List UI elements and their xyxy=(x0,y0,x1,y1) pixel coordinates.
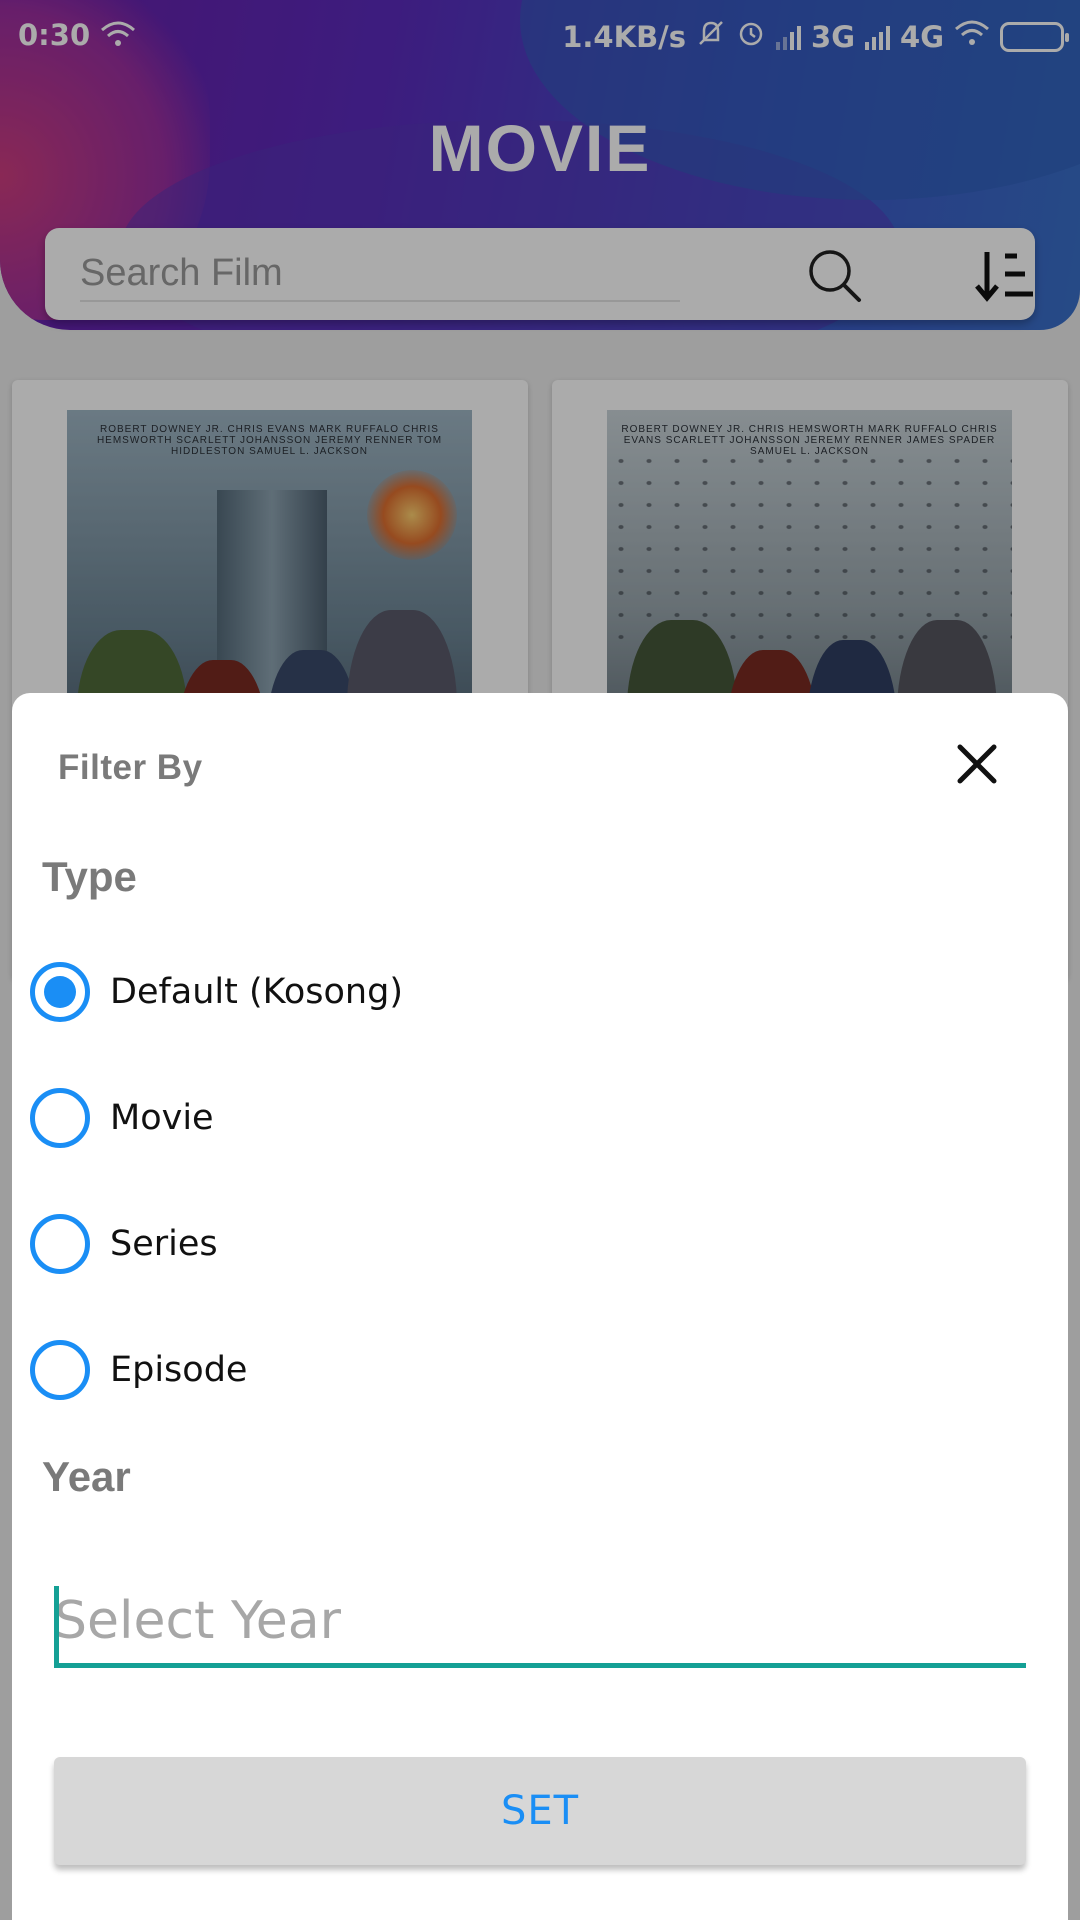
set-button[interactable]: SET xyxy=(54,1757,1026,1865)
sheet-title: Filter By xyxy=(58,748,203,787)
year-field xyxy=(54,1578,1026,1668)
radio-button[interactable] xyxy=(30,1340,90,1400)
year-label: Year xyxy=(42,1453,131,1500)
filter-bottom-sheet: Filter By Type Default (Kosong) Movie Se… xyxy=(12,693,1068,1920)
radio-movie[interactable]: Movie xyxy=(30,1083,214,1153)
year-input[interactable] xyxy=(54,1578,1026,1664)
text-cursor xyxy=(54,1586,59,1666)
close-icon xyxy=(957,744,997,784)
radio-button-checked[interactable] xyxy=(30,962,90,1022)
radio-default[interactable]: Default (Kosong) xyxy=(30,957,403,1027)
close-button[interactable] xyxy=(948,735,1006,793)
radio-episode[interactable]: Episode xyxy=(30,1335,247,1405)
radio-label: Series xyxy=(110,1224,218,1264)
radio-label: Movie xyxy=(110,1098,214,1138)
radio-button[interactable] xyxy=(30,1088,90,1148)
radio-button[interactable] xyxy=(30,1214,90,1274)
type-label: Type xyxy=(42,853,137,900)
radio-label: Default (Kosong) xyxy=(110,972,403,1012)
radio-series[interactable]: Series xyxy=(30,1209,218,1279)
radio-label: Episode xyxy=(110,1350,248,1390)
